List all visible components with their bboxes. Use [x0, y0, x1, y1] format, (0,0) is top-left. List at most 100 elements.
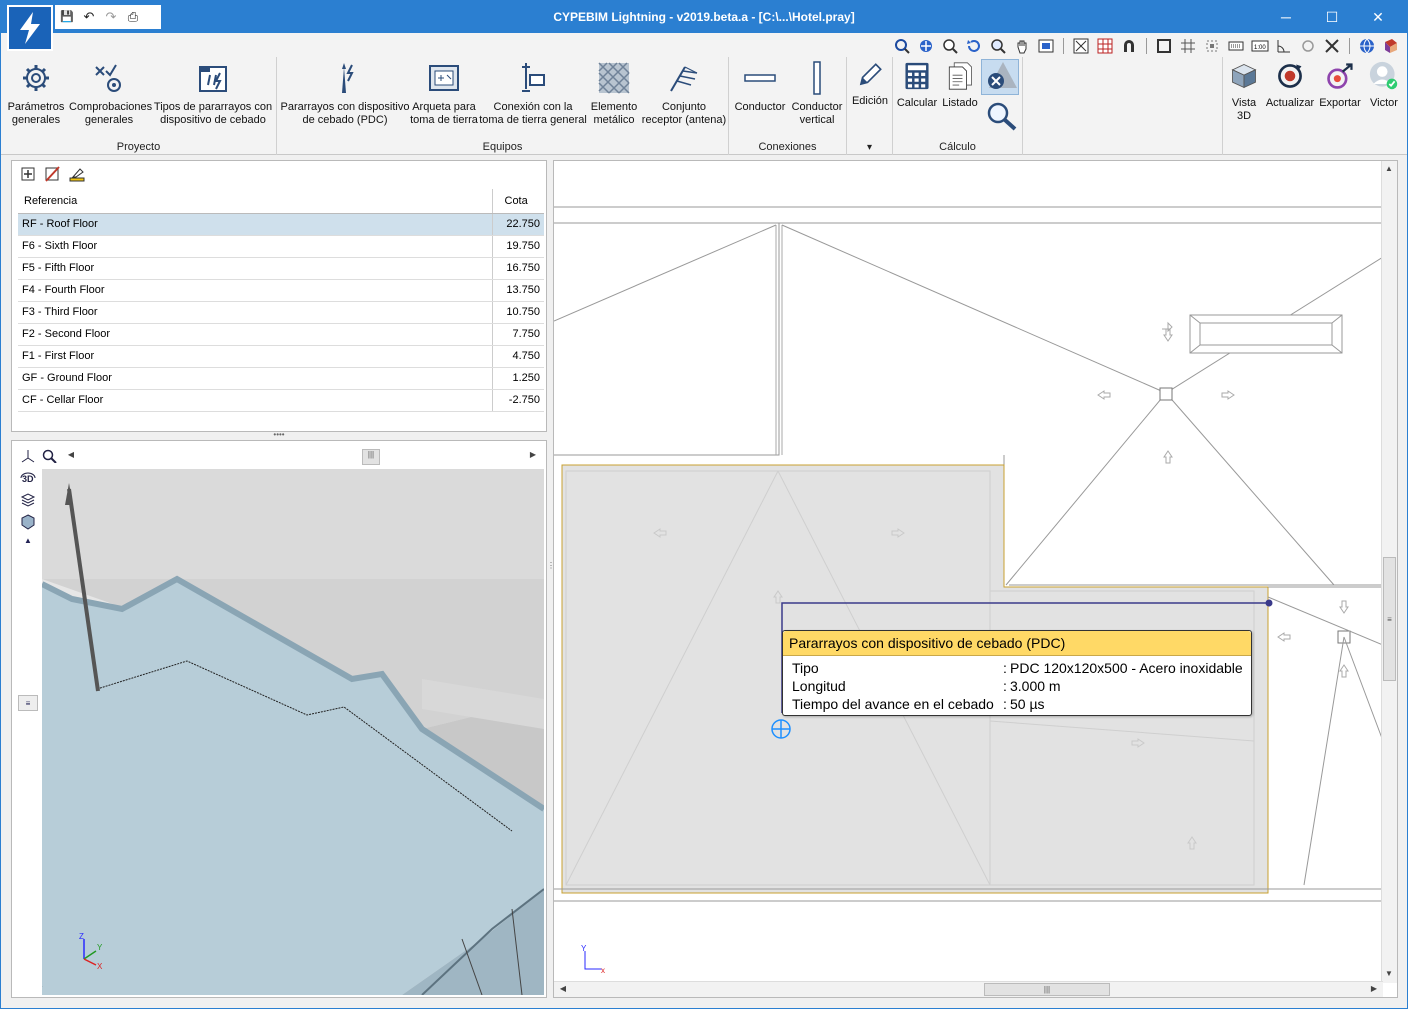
- table-row[interactable]: RF - Roof Floor 22.750: [18, 213, 544, 236]
- table-row[interactable]: F2 - Second Floor 7.750: [18, 323, 544, 346]
- tooltip-label: Longitud: [792, 678, 846, 694]
- group-title-conexiones: Conexiones: [758, 141, 817, 153]
- arqueta-button[interactable]: Arqueta para toma de tierra: [409, 61, 479, 127]
- refresh-view-icon[interactable]: [964, 37, 984, 55]
- errors-warning-button[interactable]: [981, 59, 1019, 95]
- arqueta-label-2: toma de tierra: [410, 114, 478, 126]
- drawing-vertical-scrollbar[interactable]: ▲ ≡ ▼: [1381, 161, 1397, 983]
- comprobaciones-generales-button[interactable]: Comprobaciones generales: [69, 61, 152, 127]
- table-row[interactable]: F4 - Fourth Floor 13.750: [18, 279, 544, 302]
- globe-icon[interactable]: [1357, 37, 1377, 55]
- floor-ref: F5 - Fifth Floor: [18, 257, 492, 280]
- drawing-area[interactable]: Y x Pararrayos con dispositivo de cebado…: [553, 160, 1398, 998]
- edicion-button[interactable]: Edición: [849, 61, 891, 108]
- help-book-icon[interactable]: [1381, 37, 1401, 55]
- search-results-button[interactable]: [985, 101, 1019, 135]
- conjunto-receptor-button[interactable]: Conjunto receptor (antena): [641, 61, 727, 127]
- pan-hand-icon[interactable]: [1012, 37, 1032, 55]
- calcular-button[interactable]: Calcular: [895, 61, 939, 110]
- table-row[interactable]: F6 - Sixth Floor 19.750: [18, 235, 544, 258]
- zoom-previous-icon[interactable]: [892, 37, 912, 55]
- comprobaciones-label-2: generales: [84, 114, 134, 126]
- angle-measure-icon[interactable]: [1274, 37, 1294, 55]
- view-3d-hscroll[interactable]: ◀ ||| ▶: [42, 449, 542, 465]
- pdc-button[interactable]: Pararrayos con dispositivo de cebado (PD…: [279, 61, 411, 127]
- axes-icon[interactable]: [18, 445, 38, 467]
- scroll-up-arrow[interactable]: ▲: [18, 533, 38, 547]
- group-title-proyecto: Proyecto: [116, 141, 161, 153]
- parametros-label-1: Parámetros: [7, 101, 65, 113]
- column-header-cota[interactable]: Cota: [492, 189, 544, 214]
- zoom-window-icon[interactable]: [940, 37, 960, 55]
- vista-3d-button[interactable]: Vista 3D: [1225, 61, 1263, 123]
- keyboard-icon[interactable]: [1226, 37, 1246, 55]
- zoom-in-icon[interactable]: [988, 37, 1008, 55]
- exportar-button[interactable]: Exportar: [1317, 61, 1363, 110]
- table-row[interactable]: GF - Ground Floor 1.250: [18, 367, 544, 390]
- rotate-3d-icon[interactable]: 3D: [18, 467, 38, 489]
- zoom-3d-icon[interactable]: [42, 449, 58, 463]
- snap-magnet-icon[interactable]: [1119, 37, 1139, 55]
- minimize-button[interactable]: ─: [1263, 1, 1309, 33]
- grid-icon[interactable]: [1178, 37, 1198, 55]
- table-row[interactable]: F1 - First Floor 4.750: [18, 345, 544, 368]
- user-account-button[interactable]: Victor: [1363, 61, 1405, 110]
- horizontal-splitter[interactable]: ••••: [11, 431, 547, 440]
- view-3d-scene[interactable]: Z Y X ▼: [42, 469, 544, 995]
- plan-drawing[interactable]: Y x: [554, 161, 1383, 983]
- edicion-expand-arrow[interactable]: ▾: [847, 142, 892, 153]
- tipos-pararrayos-button[interactable]: Tipos de pararrayos con dispositivo de c…: [151, 61, 275, 127]
- floor-ref: F4 - Fourth Floor: [18, 279, 492, 302]
- solid-view-icon[interactable]: [18, 511, 38, 533]
- pdc-cursor-marker[interactable]: [771, 719, 791, 739]
- title-bar: 💾 ↶ ↷ ⎙ CYPEBIM Lightning - v2019.beta.a…: [1, 1, 1407, 33]
- zoom-all-icon[interactable]: [916, 37, 936, 55]
- scroll-up-arrow[interactable]: ▲: [1382, 164, 1396, 173]
- hscroll-thumb[interactable]: |||: [362, 449, 380, 465]
- ribbon-group-proyecto: Parámetros generales Comprobaciones gene…: [1, 57, 277, 155]
- layers-icon[interactable]: [1071, 37, 1091, 55]
- grid-color-icon[interactable]: [1095, 37, 1115, 55]
- scroll-down-arrow[interactable]: ▼: [42, 984, 44, 993]
- table-row[interactable]: F5 - Fifth Floor 16.750: [18, 257, 544, 280]
- zoom-extents-icon[interactable]: [1036, 37, 1056, 55]
- table-row[interactable]: CF - Cellar Floor -2.750: [18, 389, 544, 412]
- scale-icon[interactable]: 1:00: [1250, 37, 1270, 55]
- scroll-down-arrow[interactable]: ▼: [1382, 969, 1396, 978]
- tooltip-label: Tipo: [792, 660, 819, 676]
- scroll-right-arrow[interactable]: ▶: [1367, 984, 1381, 993]
- layers-3d-icon[interactable]: [18, 489, 38, 511]
- vertical-scroll-thumb[interactable]: ≡: [18, 695, 38, 711]
- column-header-referencia[interactable]: Referencia: [18, 189, 493, 214]
- add-floor-icon[interactable]: [20, 166, 36, 182]
- table-row[interactable]: F3 - Third Floor 10.750: [18, 301, 544, 324]
- conductor-button[interactable]: Conductor: [733, 61, 787, 114]
- maximize-button[interactable]: ☐: [1309, 1, 1355, 33]
- scroll-left-arrow[interactable]: ◀: [64, 450, 78, 459]
- drawing-horizontal-scrollbar[interactable]: ◀ ||| ▶: [554, 981, 1383, 997]
- conexion-toma-tierra-button[interactable]: Conexión con la toma de tierra general: [479, 61, 587, 127]
- parametros-generales-button[interactable]: Parámetros generales: [5, 61, 67, 127]
- tipos-label-1: Tipos de pararrayos con: [153, 101, 273, 113]
- listado-button[interactable]: Listado: [939, 61, 981, 110]
- elemento-metalico-button[interactable]: Elemento metálico: [587, 61, 641, 127]
- application-window: 💾 ↶ ↷ ⎙ CYPEBIM Lightning - v2019.beta.a…: [0, 0, 1408, 1009]
- tooltip-row: Tipo : PDC 120x120x500 - Acero inoxidabl…: [783, 659, 1251, 677]
- conductor-vertical-button[interactable]: Conductor vertical: [789, 61, 845, 127]
- actualizar-button[interactable]: Actualizar: [1263, 61, 1317, 110]
- scroll-left-arrow[interactable]: ◀: [556, 984, 570, 993]
- hscroll-thumb[interactable]: |||: [984, 983, 1110, 996]
- view-3d-panel[interactable]: 3D ▲ ≡ ◀ ||| ▶ Z Y X: [11, 440, 547, 998]
- tipos-label-2: dispositivo de cebado: [160, 114, 266, 126]
- snap-point-icon[interactable]: [1202, 37, 1222, 55]
- app-logo-icon[interactable]: [7, 5, 53, 51]
- ribbon-group-edicion: Edición ▾: [847, 57, 893, 155]
- tools-icon[interactable]: [1322, 37, 1342, 55]
- vscroll-thumb[interactable]: ≡: [1383, 557, 1396, 681]
- rotate-icon[interactable]: [1298, 37, 1318, 55]
- edit-floor-icon[interactable]: [68, 166, 86, 182]
- delete-floor-icon[interactable]: [44, 166, 60, 182]
- select-box-icon[interactable]: [1154, 37, 1174, 55]
- scroll-right-arrow[interactable]: ▶: [526, 450, 540, 459]
- close-button[interactable]: ✕: [1355, 1, 1401, 33]
